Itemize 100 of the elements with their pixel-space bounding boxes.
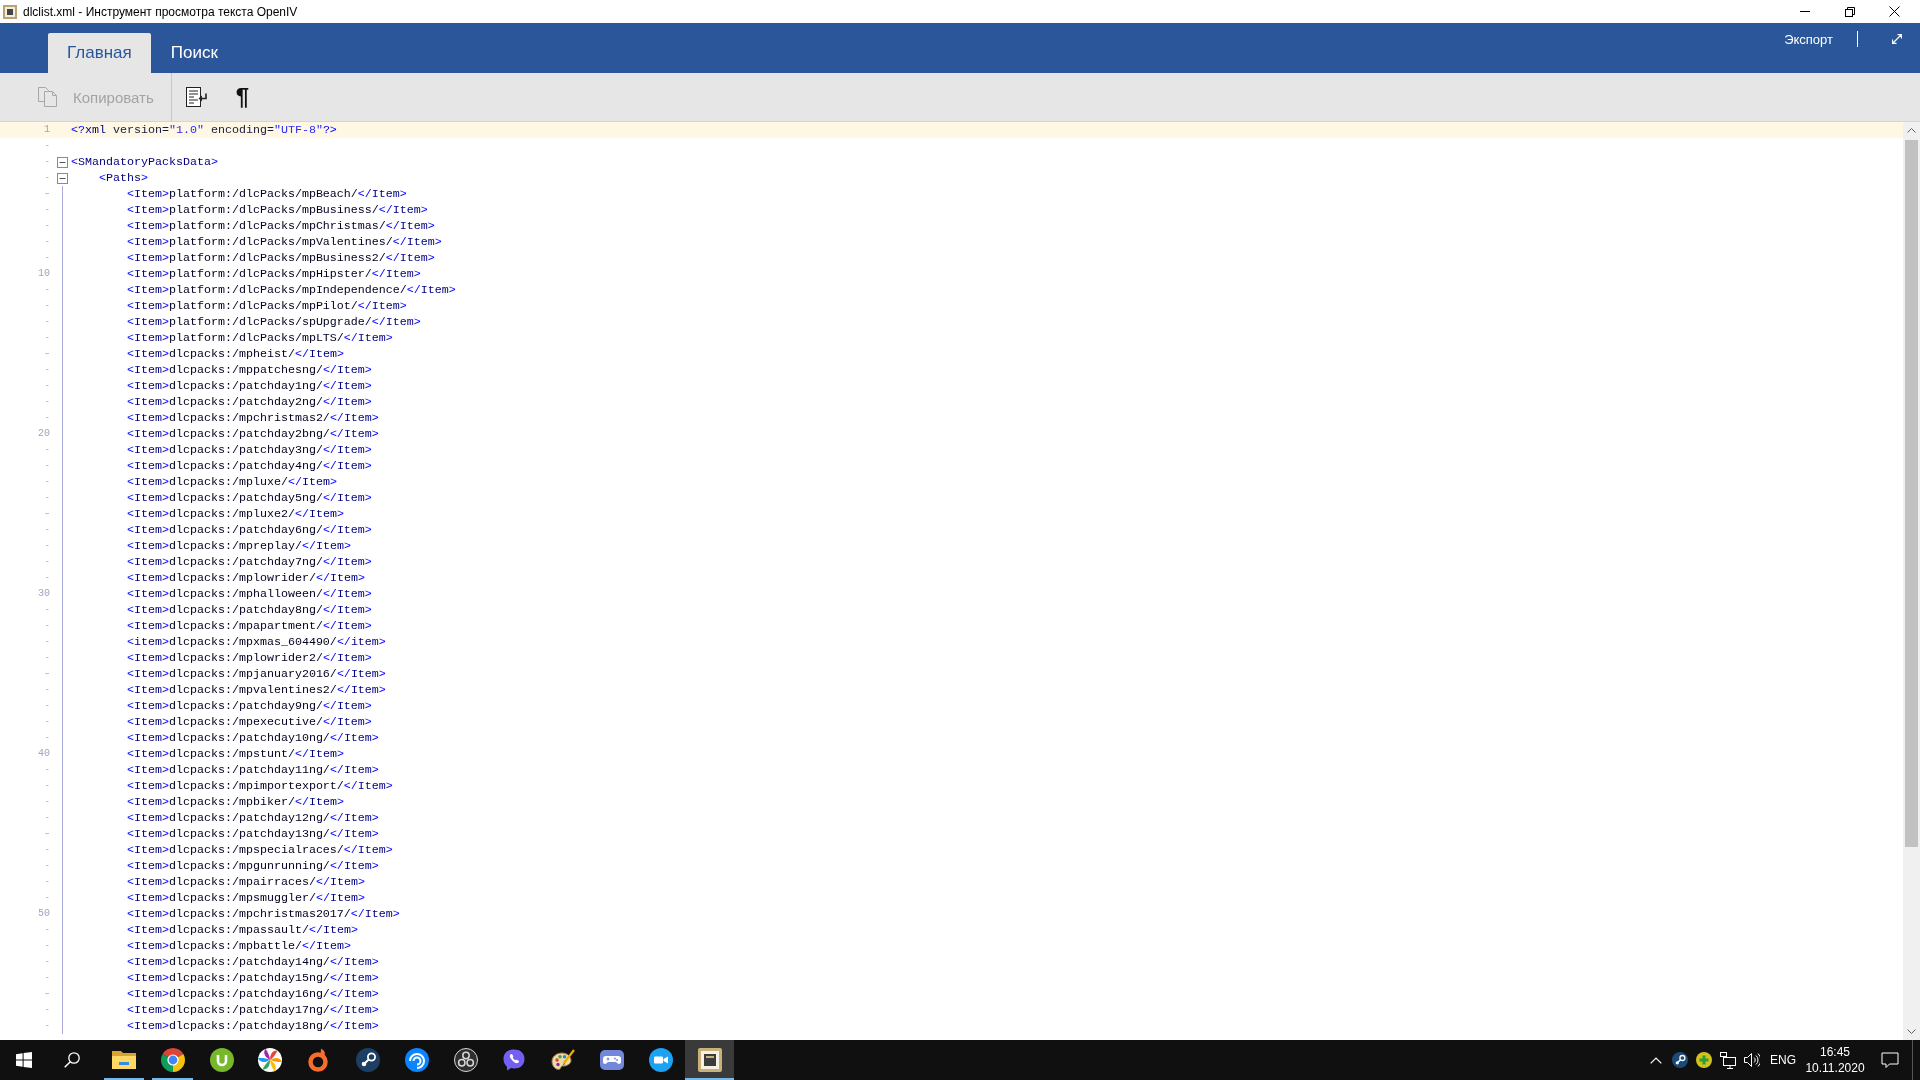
- network-icon[interactable]: [1720, 1051, 1736, 1069]
- ribbon-tab[interactable]: Главная: [48, 33, 151, 73]
- gutter-mark: -: [44, 701, 50, 711]
- code-line: <Item>platform:/dlcPacks/mpHipster/</Item>: [126, 267, 421, 281]
- chevron-up-icon[interactable]: [1650, 1056, 1662, 1064]
- plus-disc-icon[interactable]: [1696, 1052, 1712, 1068]
- code-line: <Item>dlcpacks:/mpbattle/</Item>: [126, 939, 351, 953]
- app-icon: [3, 4, 17, 19]
- restore-icon[interactable]: [1844, 6, 1855, 17]
- gutter-mark: -: [44, 733, 50, 743]
- gutter-mark: -: [44, 365, 50, 375]
- collapse-icon[interactable]: [57, 156, 68, 168]
- pinwheel-icon[interactable]: [258, 1048, 283, 1072]
- gutter-mark: -: [44, 557, 50, 567]
- language-indicator[interactable]: ENG: [1770, 1053, 1796, 1067]
- code-line: <Item>platform:/dlcPacks/mpIndependence/</Item>: [126, 283, 456, 297]
- code-line: <Item>dlcpacks:/mpspecialraces/</Item>: [126, 843, 393, 857]
- code-line: <Item>platform:/dlcPacks/mpBusiness2/</Item>: [126, 251, 435, 265]
- code-line: <Item>dlcpacks:/patchday13ng/</Item>: [126, 827, 379, 841]
- gutter-mark: -: [44, 765, 50, 775]
- code-line: <Item>dlcpacks:/patchday8ng/</Item>: [126, 603, 372, 617]
- gutter-mark: -: [44, 637, 50, 647]
- code-line: <Item>dlcpacks:/patchday12ng/</Item>: [126, 811, 379, 825]
- code-line: <?xml version="1.0" encoding="UTF-8"?>: [70, 123, 337, 137]
- ring-icon[interactable]: [160, 1048, 185, 1072]
- gutter-mark: -: [44, 573, 50, 583]
- gutter-mark: -: [44, 253, 50, 263]
- code-line: <Item>dlcpacks:/patchday1ng/</Item>: [126, 379, 372, 393]
- line-number: 40: [38, 748, 50, 760]
- code-line: <Item>platform:/dlcPacks/mpChristmas/</Item>: [126, 219, 435, 233]
- scroll-down-icon[interactable]: [1907, 1029, 1916, 1034]
- gutter-mark: -: [44, 141, 50, 151]
- close-icon[interactable]: [1889, 6, 1900, 17]
- code-line: <Item>dlcpacks:/patchday14ng/</Item>: [126, 955, 379, 969]
- taskbar-button[interactable]: [685, 1040, 734, 1080]
- code-line: <SMandatoryPacksData>: [70, 155, 218, 169]
- gutter-mark: -: [44, 237, 50, 247]
- clock-date[interactable]: 10.11.2020: [1805, 1060, 1865, 1076]
- gutter-mark: –: [44, 989, 50, 999]
- code-line: <Item>dlcpacks:/mpimportexport/</Item>: [126, 779, 393, 793]
- code-line: <Item>platform:/dlcPacks/mpValentines/</Item>: [126, 235, 442, 249]
- phone-bubble-icon[interactable]: [503, 1049, 526, 1071]
- gamepad-icon[interactable]: [599, 1050, 624, 1070]
- gutter-mark: -: [44, 301, 50, 311]
- folder-icon[interactable]: [112, 1051, 136, 1069]
- code-line: <Item>dlcpacks:/mpgunrunning/</Item>: [126, 859, 379, 873]
- gutter-mark: -: [44, 685, 50, 695]
- gutter-mark: -: [44, 717, 50, 727]
- app-tile-icon[interactable]: [697, 1048, 722, 1072]
- scroll-up-icon[interactable]: [1907, 128, 1916, 133]
- code-line: <Item>platform:/dlcPacks/spUpgrade/</Item>: [126, 315, 421, 329]
- notification-icon[interactable]: [1881, 1051, 1899, 1069]
- three-rings-icon[interactable]: [453, 1048, 478, 1072]
- gutter-mark: –: [44, 189, 50, 199]
- code-line: <Item>dlcpacks:/mpreplay/</Item>: [126, 539, 351, 553]
- code-line: <Item>dlcpacks:/mpluxe2/</Item>: [126, 507, 344, 521]
- code-line: <Item>dlcpacks:/patchday4ng/</Item>: [126, 459, 372, 473]
- gutter-mark: -: [44, 525, 50, 535]
- expand-icon[interactable]: [1892, 34, 1902, 44]
- palette-icon[interactable]: [551, 1049, 576, 1071]
- code-line: <Item>platform:/dlcPacks/mpBeach/</Item>: [126, 187, 407, 201]
- minimize-icon[interactable]: [1799, 11, 1810, 12]
- code-line: <Item>platform:/dlcPacks/mpPilot/</Item>: [126, 299, 407, 313]
- camera-icon[interactable]: [648, 1048, 673, 1072]
- disc-icon[interactable]: [209, 1048, 234, 1072]
- code-line: <Item>dlcpacks:/mpbiker/</Item>: [126, 795, 344, 809]
- gutter-mark: –: [44, 669, 50, 679]
- gutter-mark: -: [44, 157, 50, 167]
- gutter-mark: -: [44, 813, 50, 823]
- volume-icon[interactable]: [1744, 1052, 1760, 1068]
- start-icon[interactable]: [16, 1052, 32, 1068]
- word-wrap-icon[interactable]: [185, 87, 207, 107]
- line-number: 20: [38, 428, 50, 440]
- export-button[interactable]: Экспорт: [1784, 31, 1833, 47]
- pilcrow-button[interactable]: ¶: [235, 73, 250, 121]
- code-line: <Item>dlcpacks:/mpchristmas2017/</Item>: [126, 907, 400, 921]
- code-line: <item>dlcpacks:/mpxmas_604490/</item>: [126, 635, 386, 649]
- ribbon-tab[interactable]: Поиск: [150, 33, 237, 73]
- gutter-mark: -: [44, 973, 50, 983]
- code-line: <Item>platform:/dlcPacks/mpLTS/</Item>: [126, 331, 393, 345]
- linkage-disc-icon[interactable]: [1672, 1052, 1688, 1068]
- gutter-mark: -: [44, 221, 50, 231]
- collapse-icon[interactable]: [57, 172, 68, 184]
- code-line: <Item>dlcpacks:/patchday7ng/</Item>: [126, 555, 372, 569]
- scrollbar-thumb[interactable]: [1905, 140, 1918, 847]
- clock-time[interactable]: 16:45: [1819, 1044, 1850, 1060]
- swirl-icon[interactable]: [404, 1048, 429, 1072]
- ring-icon[interactable]: [308, 1048, 331, 1072]
- code-line: <Item>dlcpacks:/mpexecutive/</Item>: [126, 715, 372, 729]
- search-icon[interactable]: [64, 1052, 80, 1068]
- code-line: <Paths>: [98, 171, 148, 185]
- code-line: <Item>dlcpacks:/mpheist/</Item>: [126, 347, 344, 361]
- code-line: <Item>dlcpacks:/patchday3ng/</Item>: [126, 443, 372, 457]
- gutter-mark: -: [44, 541, 50, 551]
- gutter-mark: –: [44, 509, 50, 519]
- gutter-mark: –: [44, 349, 50, 359]
- gutter-mark: -: [44, 861, 50, 871]
- gutter-mark: -: [44, 941, 50, 951]
- code-line: <Item>dlcpacks:/patchday15ng/</Item>: [126, 971, 379, 985]
- linkage-disc-icon[interactable]: [355, 1048, 380, 1072]
